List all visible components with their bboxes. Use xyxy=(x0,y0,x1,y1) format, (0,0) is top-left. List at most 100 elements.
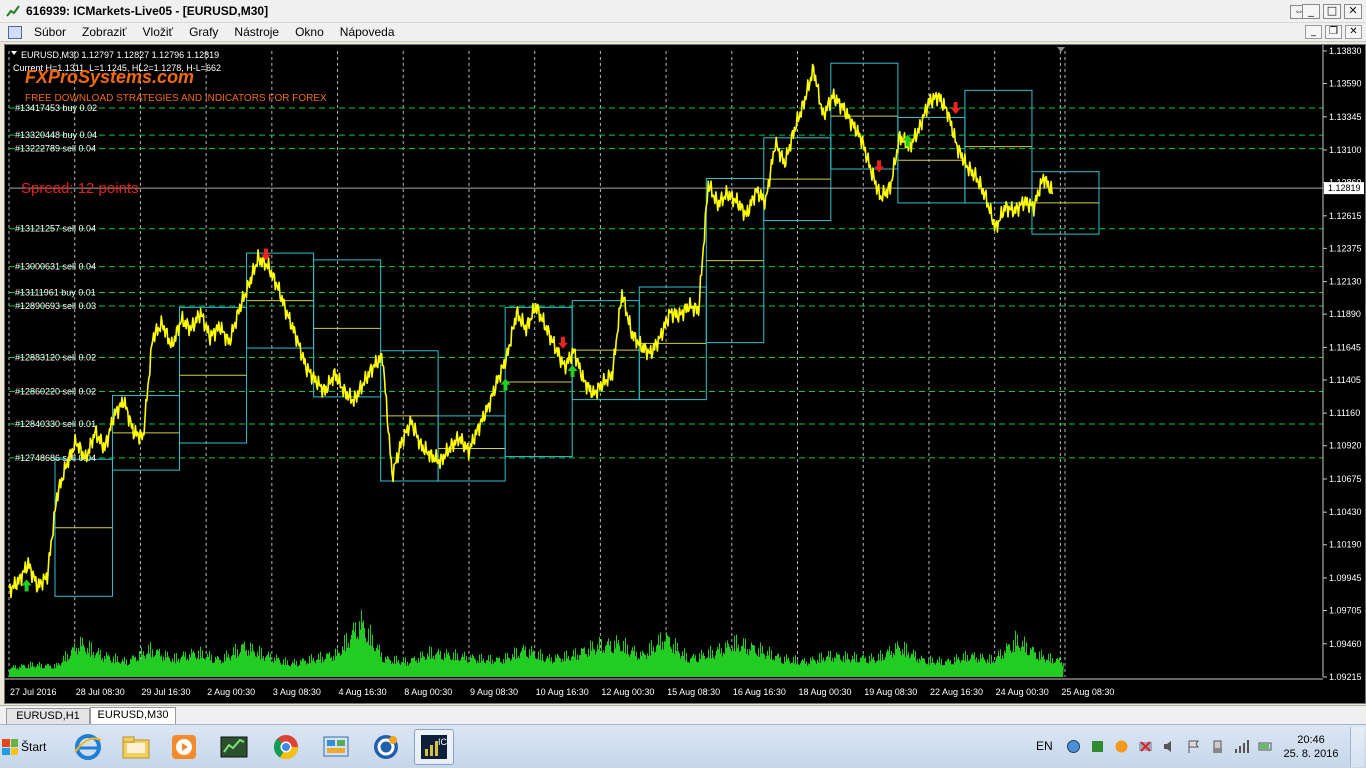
avast-icon[interactable] xyxy=(1114,739,1129,754)
start-label: Štart xyxy=(21,740,47,754)
price-tick-label: 1.09945 xyxy=(1329,573,1362,583)
price-tick-label: 1.09215 xyxy=(1329,672,1362,682)
time-tick-label: 19 Aug 08:30 xyxy=(864,687,917,697)
order-label[interactable]: #13111961 buy 0.01 xyxy=(15,287,96,297)
window-title: 616939: ICMarkets-Live05 - [EURUSD,M30] xyxy=(26,4,269,18)
taskbar: Štart IC EN 20:46 25. 8. 2016 xyxy=(0,724,1366,768)
signal-icon[interactable] xyxy=(1234,739,1249,754)
svg-text:IC: IC xyxy=(438,737,448,747)
price-tick-label: 1.11405 xyxy=(1329,375,1361,385)
windows-logo-icon xyxy=(2,739,18,755)
network-icon[interactable] xyxy=(1066,739,1081,754)
flag-icon[interactable] xyxy=(1186,739,1201,754)
control-panel-icon[interactable] xyxy=(316,729,356,765)
network-error-icon[interactable] xyxy=(1138,739,1153,754)
chart-symbol-info: EURUSD,M30 1.12797 1.12827 1.12796 1.128… xyxy=(21,50,219,60)
maximize-button[interactable]: □ xyxy=(1323,4,1341,19)
price-tick-label: 1.13345 xyxy=(1329,112,1362,122)
price-tick-label: 1.12615 xyxy=(1329,211,1362,221)
price-chart[interactable]: #13417453 buy 0.02 #13320448 buy 0.04 #132… xyxy=(4,44,1366,704)
order-label[interactable]: #13121257 sell 0.04 xyxy=(15,224,96,234)
time-tick-label: 29 Jul 16:30 xyxy=(141,687,190,697)
chrome-icon[interactable] xyxy=(266,729,306,765)
time-tick-label: 28 Jul 08:30 xyxy=(76,687,125,697)
order-label[interactable]: #12860220 sell 0.02 xyxy=(15,386,96,396)
time-tick-label: 10 Aug 16:30 xyxy=(536,687,589,697)
price-tick-label: 1.13830 xyxy=(1329,46,1362,56)
metatrader-icon[interactable]: IC xyxy=(414,729,454,765)
order-label[interactable]: #12890693 sell 0.03 xyxy=(15,301,96,311)
battery-icon[interactable] xyxy=(1258,739,1273,754)
language-indicator[interactable]: EN xyxy=(1036,739,1053,753)
time-tick-label: 18 Aug 00:30 xyxy=(799,687,852,697)
menu-bar: Súbor Zobraziť Vložiť Grafy Nástroje Okn… xyxy=(0,23,1366,42)
time-tick-label: 8 Aug 00:30 xyxy=(404,687,452,697)
order-label[interactable]: #13417453 buy 0.02 xyxy=(15,103,97,113)
price-tick-label: 1.12130 xyxy=(1329,277,1362,287)
chart-canvas[interactable]: #13417453 buy 0.02 #13320448 buy 0.04 #132… xyxy=(5,45,1365,703)
minimize-button[interactable]: _ xyxy=(1302,4,1320,19)
time-tick-label: 27 Jul 2016 xyxy=(10,687,57,697)
price-tick-label: 1.11890 xyxy=(1329,309,1361,319)
menu-tools[interactable]: Nástroje xyxy=(226,25,287,39)
watermark-subtitle: FREE DOWNLOAD STRATEGIES AND INDICATORS … xyxy=(25,93,327,104)
time-tick-label: 4 Aug 16:30 xyxy=(339,687,387,697)
price-tick-label: 1.10190 xyxy=(1329,540,1362,550)
time-tick-label: 2 Aug 00:30 xyxy=(207,687,255,697)
menu-help[interactable]: Nápoveda xyxy=(332,25,403,39)
price-tick-label: 1.11160 xyxy=(1329,408,1360,418)
menu-window[interactable]: Okno xyxy=(287,25,332,39)
order-label[interactable]: #13000631 sell 0.04 xyxy=(15,262,96,272)
chart-window-icon[interactable] xyxy=(8,25,22,39)
price-tick-label: 1.10430 xyxy=(1329,507,1362,517)
tab-eurusd-h1[interactable]: EURUSD,H1 xyxy=(6,708,90,724)
time-tick-label: 22 Aug 16:30 xyxy=(930,687,983,697)
order-label[interactable]: #12883120 sell 0.02 xyxy=(15,353,96,363)
price-tick-label: 1.13590 xyxy=(1329,79,1362,89)
price-tick-label: 1.12375 xyxy=(1329,243,1362,253)
chart-restore-button[interactable]: ❐ xyxy=(1325,25,1342,39)
price-tick-label: 1.10675 xyxy=(1329,474,1362,484)
time-tick-label: 12 Aug 00:30 xyxy=(601,687,654,697)
tab-eurusd-m30[interactable]: EURUSD,M30 xyxy=(90,707,176,725)
volume-icon[interactable] xyxy=(1162,739,1177,754)
time-tick-label: 25 Aug 08:30 xyxy=(1061,687,1114,697)
metatrader-app-icon xyxy=(6,5,20,17)
terminal-icon[interactable] xyxy=(214,729,254,765)
menu-charts[interactable]: Grafy xyxy=(181,25,226,39)
explorer-folder-icon[interactable] xyxy=(116,729,156,765)
time-tick-label: 24 Aug 00:30 xyxy=(996,687,1049,697)
price-tick-label: 1.13100 xyxy=(1329,145,1362,155)
price-tick-label: 1.09705 xyxy=(1329,606,1362,616)
internet-explorer-icon[interactable] xyxy=(68,729,108,765)
order-label[interactable]: #13320448 buy 0.04 xyxy=(15,130,97,140)
chart-tabs: EURUSD,H1 EURUSD,M30 xyxy=(0,705,1366,725)
time-tick-label: 9 Aug 08:30 xyxy=(470,687,518,697)
watermark-title: FXProSystems.com xyxy=(25,67,194,87)
close-button[interactable]: ✕ xyxy=(1344,4,1362,19)
spread-label: Spread: 12 points xyxy=(21,180,139,197)
chart-close-button[interactable]: ✕ xyxy=(1345,25,1362,39)
clock-date: 25. 8. 2016 xyxy=(1283,748,1339,760)
usb-icon[interactable] xyxy=(1210,739,1225,754)
price-tick-label: 1.09460 xyxy=(1329,639,1362,649)
system-clock[interactable]: 20:46 25. 8. 2016 xyxy=(1282,733,1340,761)
time-tick-label: 3 Aug 08:30 xyxy=(273,687,321,697)
order-label[interactable]: #13222789 sell 0.04 xyxy=(15,144,96,154)
order-label[interactable]: #12840330 sell 0.01 xyxy=(15,419,96,429)
current-price-label: 1.12819 xyxy=(1328,183,1361,193)
price-tick-label: 1.10920 xyxy=(1329,441,1362,451)
time-tick-label: 16 Aug 16:30 xyxy=(733,687,786,697)
ccleaner-icon[interactable] xyxy=(366,729,406,765)
time-tick-label: 15 Aug 08:30 xyxy=(667,687,720,697)
menu-file[interactable]: Súbor xyxy=(26,25,74,39)
price-tick-label: 1.11645 xyxy=(1329,342,1361,352)
chart-background xyxy=(5,45,1365,703)
show-desktop-button[interactable] xyxy=(1350,727,1364,767)
start-button[interactable]: Štart xyxy=(2,733,56,761)
menu-view[interactable]: Zobraziť xyxy=(74,25,135,39)
chart-minimize-button[interactable]: _ xyxy=(1305,25,1322,39)
app-tray-icon[interactable] xyxy=(1090,739,1105,754)
menu-insert[interactable]: Vložiť xyxy=(135,25,182,39)
media-player-icon[interactable] xyxy=(164,729,204,765)
